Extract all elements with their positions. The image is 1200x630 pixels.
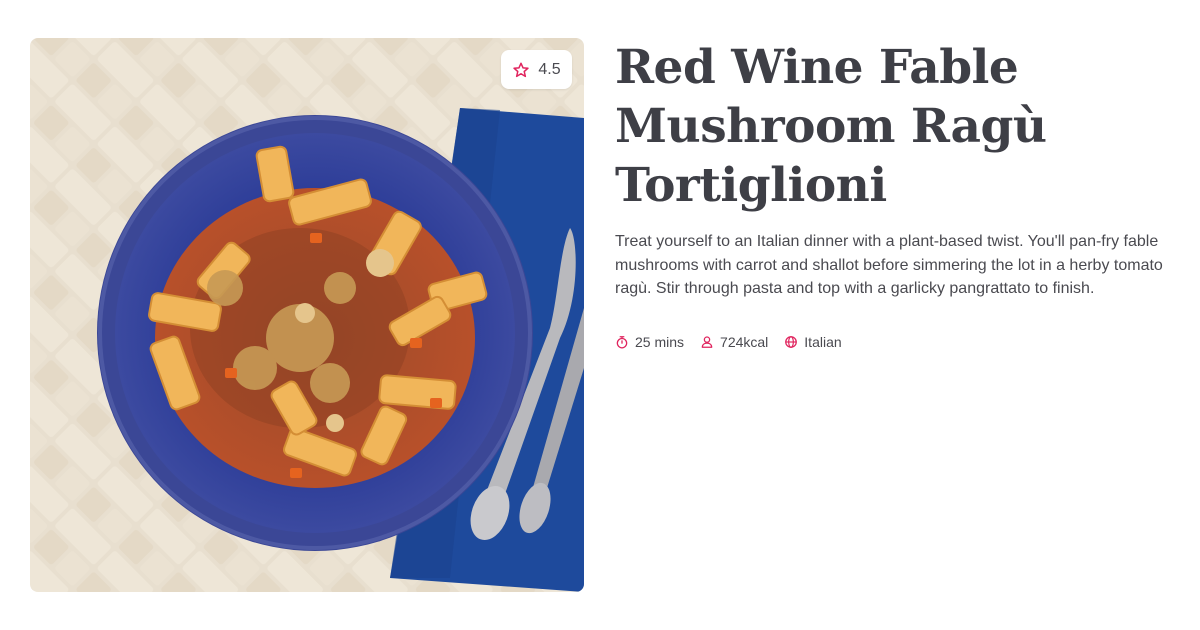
meta-time-value: 25 mins xyxy=(635,334,685,350)
meta-cuisine-value: Italian xyxy=(804,334,842,350)
person-icon xyxy=(701,336,713,348)
timer-icon xyxy=(616,336,628,349)
meta-calories: 724kcal xyxy=(700,334,768,350)
globe-icon xyxy=(785,336,798,348)
recipe-title: Red Wine Fable Mushroom Ragù Tortiglioni xyxy=(615,40,1047,213)
star-icon xyxy=(512,61,530,79)
recipe-meta: 25 mins 724kcal Italian xyxy=(615,332,858,352)
recipe-description: Treat yourself to an Italian dinner with… xyxy=(615,233,1163,297)
rating-value: 4.5 xyxy=(538,60,561,78)
recipe-details: Red Wine Fable Mushroom Ragù Tortiglioni… xyxy=(615,38,1175,301)
pasta-dish-illustration xyxy=(30,38,584,592)
meta-calories-value: 724kcal xyxy=(720,334,769,350)
rating-badge: 4.5 xyxy=(501,50,572,89)
meta-time: 25 mins xyxy=(615,334,684,350)
meta-cuisine: Italian xyxy=(784,334,842,350)
recipe-hero-image xyxy=(30,38,584,592)
